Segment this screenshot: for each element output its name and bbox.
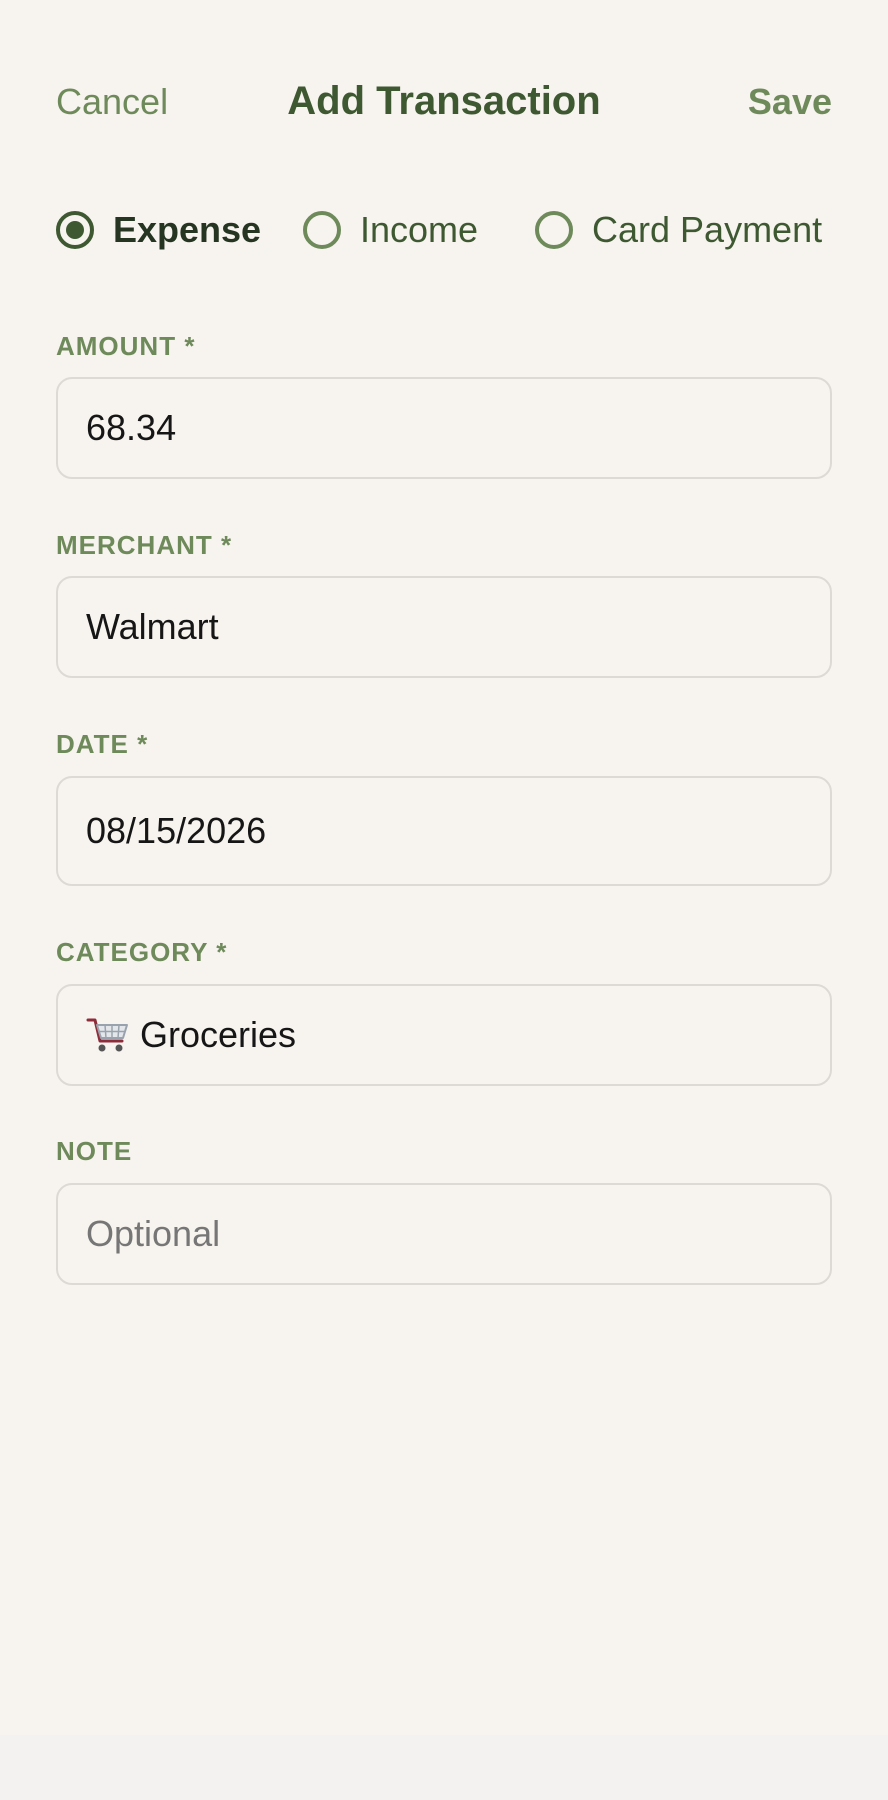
note-field[interactable] bbox=[86, 1213, 802, 1255]
amount-field-container bbox=[56, 377, 832, 479]
note-label: NOTE bbox=[56, 1136, 133, 1166]
date-label: DATE * bbox=[56, 729, 149, 759]
category-label: CATEGORY * bbox=[56, 937, 228, 967]
bottom-bar bbox=[0, 1735, 888, 1800]
category-select[interactable]: Groceries bbox=[56, 984, 832, 1086]
radio-checked-icon bbox=[56, 211, 94, 249]
shopping-cart-icon bbox=[86, 1018, 128, 1052]
type-option-income[interactable]: Income bbox=[303, 206, 478, 254]
top-bar: Cancel Add Transaction Save bbox=[0, 0, 888, 180]
type-option-label: Expense bbox=[113, 209, 262, 250]
date-value: 08/15/2026 bbox=[86, 810, 267, 851]
type-option-label: Income bbox=[360, 209, 479, 250]
note-field-container bbox=[56, 1183, 832, 1285]
type-option-card-payment[interactable]: Card Payment bbox=[535, 206, 822, 254]
transaction-type-selector: Expense Income Card Payment bbox=[56, 206, 832, 254]
merchant-field[interactable] bbox=[86, 606, 802, 648]
category-value: Groceries bbox=[140, 1014, 297, 1055]
type-option-label: Card Payment bbox=[592, 209, 823, 250]
merchant-field-container bbox=[56, 576, 832, 678]
radio-unchecked-icon bbox=[535, 211, 573, 249]
type-option-expense[interactable]: Expense bbox=[56, 206, 261, 254]
save-button[interactable]: Save bbox=[748, 84, 832, 120]
amount-field[interactable] bbox=[86, 407, 802, 449]
amount-label: AMOUNT * bbox=[56, 331, 196, 361]
merchant-label: MERCHANT * bbox=[56, 530, 233, 560]
radio-unchecked-icon bbox=[303, 211, 341, 249]
date-field[interactable]: 08/15/2026 bbox=[56, 776, 832, 886]
